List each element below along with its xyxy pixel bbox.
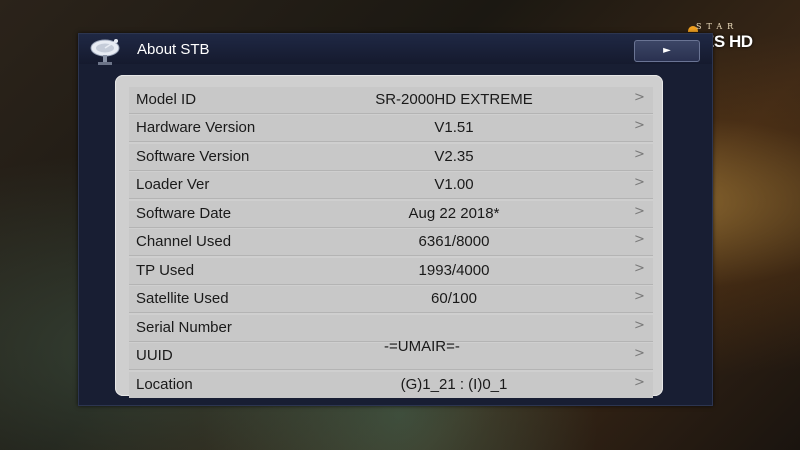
row-label: Location xyxy=(136,376,193,393)
chevron-right-icon: > xyxy=(634,90,645,105)
title-bar: About STB ► xyxy=(79,34,712,67)
row-value: V2.35 xyxy=(434,148,474,165)
chevron-right-icon: > xyxy=(634,204,645,219)
chevron-right-icon: > xyxy=(634,375,645,390)
row-value: Aug 22 2018* xyxy=(408,205,500,222)
chevron-right-icon: > xyxy=(634,147,645,162)
row-label: Software Version xyxy=(136,148,250,165)
row-value: (G)1_21 : (I)0_1 xyxy=(400,376,508,393)
row-value: SR-2000HD EXTREME xyxy=(375,91,533,108)
row-label: Loader Ver xyxy=(136,176,210,193)
about-stb-window: About STB ► Model ID SR-2000HD EXTREME >… xyxy=(78,33,713,406)
info-row-software-date[interactable]: Software Date Aug 22 2018* > xyxy=(129,201,653,228)
info-row-hardware-version[interactable]: Hardware Version V1.51 > xyxy=(129,115,653,142)
chevron-right-icon: > xyxy=(634,232,645,247)
chevron-right-icon: > xyxy=(634,289,645,304)
info-row-model-id[interactable]: Model ID SR-2000HD EXTREME > xyxy=(129,87,653,114)
row-value: V1.51 xyxy=(434,119,474,136)
watermark-text: -=UMAIR=- xyxy=(384,338,460,355)
row-value: 60/100 xyxy=(431,290,477,307)
info-row-channel-used[interactable]: Channel Used 6361/8000 > xyxy=(129,229,653,256)
row-label: Software Date xyxy=(136,205,232,222)
row-value: 6361/8000 xyxy=(418,233,490,250)
row-label: TP Used xyxy=(136,262,195,279)
chevron-right-icon: > xyxy=(634,175,645,190)
row-label: Channel Used xyxy=(136,233,232,250)
row-label: Model ID xyxy=(136,91,197,108)
info-row-software-version[interactable]: Software Version V2.35 > xyxy=(129,144,653,171)
chevron-right-icon: > xyxy=(634,318,645,333)
row-value: 1993/4000 xyxy=(418,262,490,279)
chevron-right-icon: > xyxy=(634,261,645,276)
play-button[interactable]: ► xyxy=(634,40,700,62)
satellite-dish-icon xyxy=(89,37,129,67)
chevron-right-icon: > xyxy=(634,346,645,361)
row-label: Serial Number xyxy=(136,319,232,336)
chevron-right-icon: > xyxy=(634,118,645,133)
window-title: About STB xyxy=(137,41,210,58)
info-row-tp-used[interactable]: TP Used 1993/4000 > xyxy=(129,258,653,285)
logo-star-text: STAR xyxy=(696,22,739,31)
row-label: UUID xyxy=(136,347,173,364)
info-row-location[interactable]: Location (G)1_21 : (I)0_1 > xyxy=(129,372,653,398)
row-value: V1.00 xyxy=(434,176,474,193)
info-row-satellite-used[interactable]: Satellite Used 60/100 > xyxy=(129,286,653,313)
row-label: Satellite Used xyxy=(136,290,229,307)
row-label: Hardware Version xyxy=(136,119,256,136)
info-row-loader-ver[interactable]: Loader Ver V1.00 > xyxy=(129,172,653,199)
